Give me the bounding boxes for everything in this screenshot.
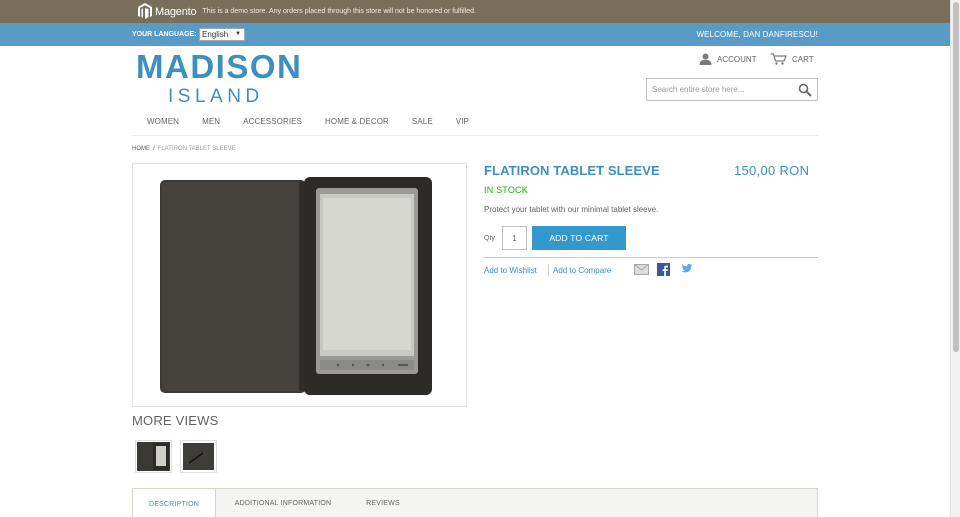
chevron-down-icon: ▼ (235, 31, 241, 37)
magento-logo-icon (138, 3, 152, 19)
welcome-message: WELCOME, DAN DANFIRESCU! (696, 30, 818, 39)
scrollbar-thumb[interactable] (953, 2, 959, 352)
nav-item-men[interactable]: MEN (187, 117, 228, 135)
brand-logo-line2[interactable]: ISLAND (168, 86, 264, 108)
add-to-compare-link[interactable]: Add to Compare (553, 266, 611, 275)
product-tabs: DESCRIPTION ADDITIONAL INFORMATION REVIE… (132, 488, 818, 517)
link-separator (548, 264, 549, 276)
magento-logo[interactable]: Magento (138, 3, 197, 20)
search-box (646, 78, 818, 101)
account-link[interactable]: ACCOUNT (699, 53, 757, 65)
nav-item-women[interactable]: WOMEN (132, 117, 187, 135)
account-label: ACCOUNT (717, 54, 757, 64)
search-input[interactable] (647, 79, 792, 100)
language-bar: YOUR LANGUAGE: English ▼ WELCOME, DAN DA… (0, 23, 950, 46)
twitter-icon[interactable] (679, 263, 693, 276)
tab-reviews[interactable]: REVIEWS (351, 489, 415, 517)
product-photo (160, 177, 432, 395)
nav-item-home-decor[interactable]: HOME & DECOR (310, 117, 397, 135)
language-label: YOUR LANGUAGE: (132, 31, 197, 38)
magento-logo-text: Magento (155, 5, 197, 18)
cart-label: CART (792, 54, 814, 64)
product-thumbnail-2[interactable] (180, 440, 217, 473)
tab-description[interactable]: DESCRIPTION (133, 489, 216, 517)
main-navigation: WOMEN MEN ACCESSORIES HOME & DECOR SALE … (132, 117, 818, 136)
breadcrumb-separator: / (153, 146, 155, 152)
thumbnail-photo (137, 442, 170, 471)
qty-label: Qty (484, 235, 495, 242)
language-select[interactable]: English ▼ (199, 28, 245, 41)
language-selected-value: English (202, 30, 229, 39)
search-icon[interactable] (798, 83, 812, 97)
more-views-heading: MORE VIEWS (132, 413, 219, 428)
facebook-icon[interactable] (657, 263, 670, 276)
brand-logo-line1[interactable]: MADISON (136, 48, 302, 86)
thumbnail-photo (183, 443, 214, 470)
cart-icon (770, 53, 787, 65)
product-thumbnail-1[interactable] (135, 440, 172, 473)
breadcrumb-current: FLATIRON TABLET SLEEVE (157, 146, 236, 152)
product-name: FLATIRON TABLET SLEEVE (484, 163, 660, 178)
nav-item-sale[interactable]: SALE (397, 117, 441, 135)
product-price: 150,00 RON (734, 163, 810, 178)
email-icon[interactable] (634, 264, 649, 275)
product-short-description: Protect your tablet with our minimal tab… (484, 205, 659, 214)
add-to-cart-button[interactable]: ADD TO CART (532, 226, 626, 250)
nav-item-vip[interactable]: VIP (441, 117, 477, 135)
tab-additional-information[interactable]: ADDITIONAL INFORMATION (221, 489, 345, 517)
cart-link[interactable]: CART (770, 53, 814, 65)
page-scrollbar[interactable] (950, 0, 960, 517)
qty-input[interactable] (502, 226, 527, 250)
product-main-image[interactable] (132, 163, 467, 407)
add-to-wishlist-link[interactable]: Add to Wishlist (484, 266, 537, 275)
divider (484, 257, 818, 258)
breadcrumb: HOME / FLATIRON TABLET SLEEVE (132, 146, 236, 152)
account-icon (699, 53, 712, 65)
breadcrumb-home[interactable]: HOME (132, 146, 150, 152)
nav-item-accessories[interactable]: ACCESSORIES (228, 117, 310, 135)
demo-notice-bar: Magento This is a demo store. Any orders… (0, 0, 950, 23)
demo-notice-text: This is a demo store. Any orders placed … (202, 8, 476, 15)
stock-status: IN STOCK (484, 185, 528, 195)
